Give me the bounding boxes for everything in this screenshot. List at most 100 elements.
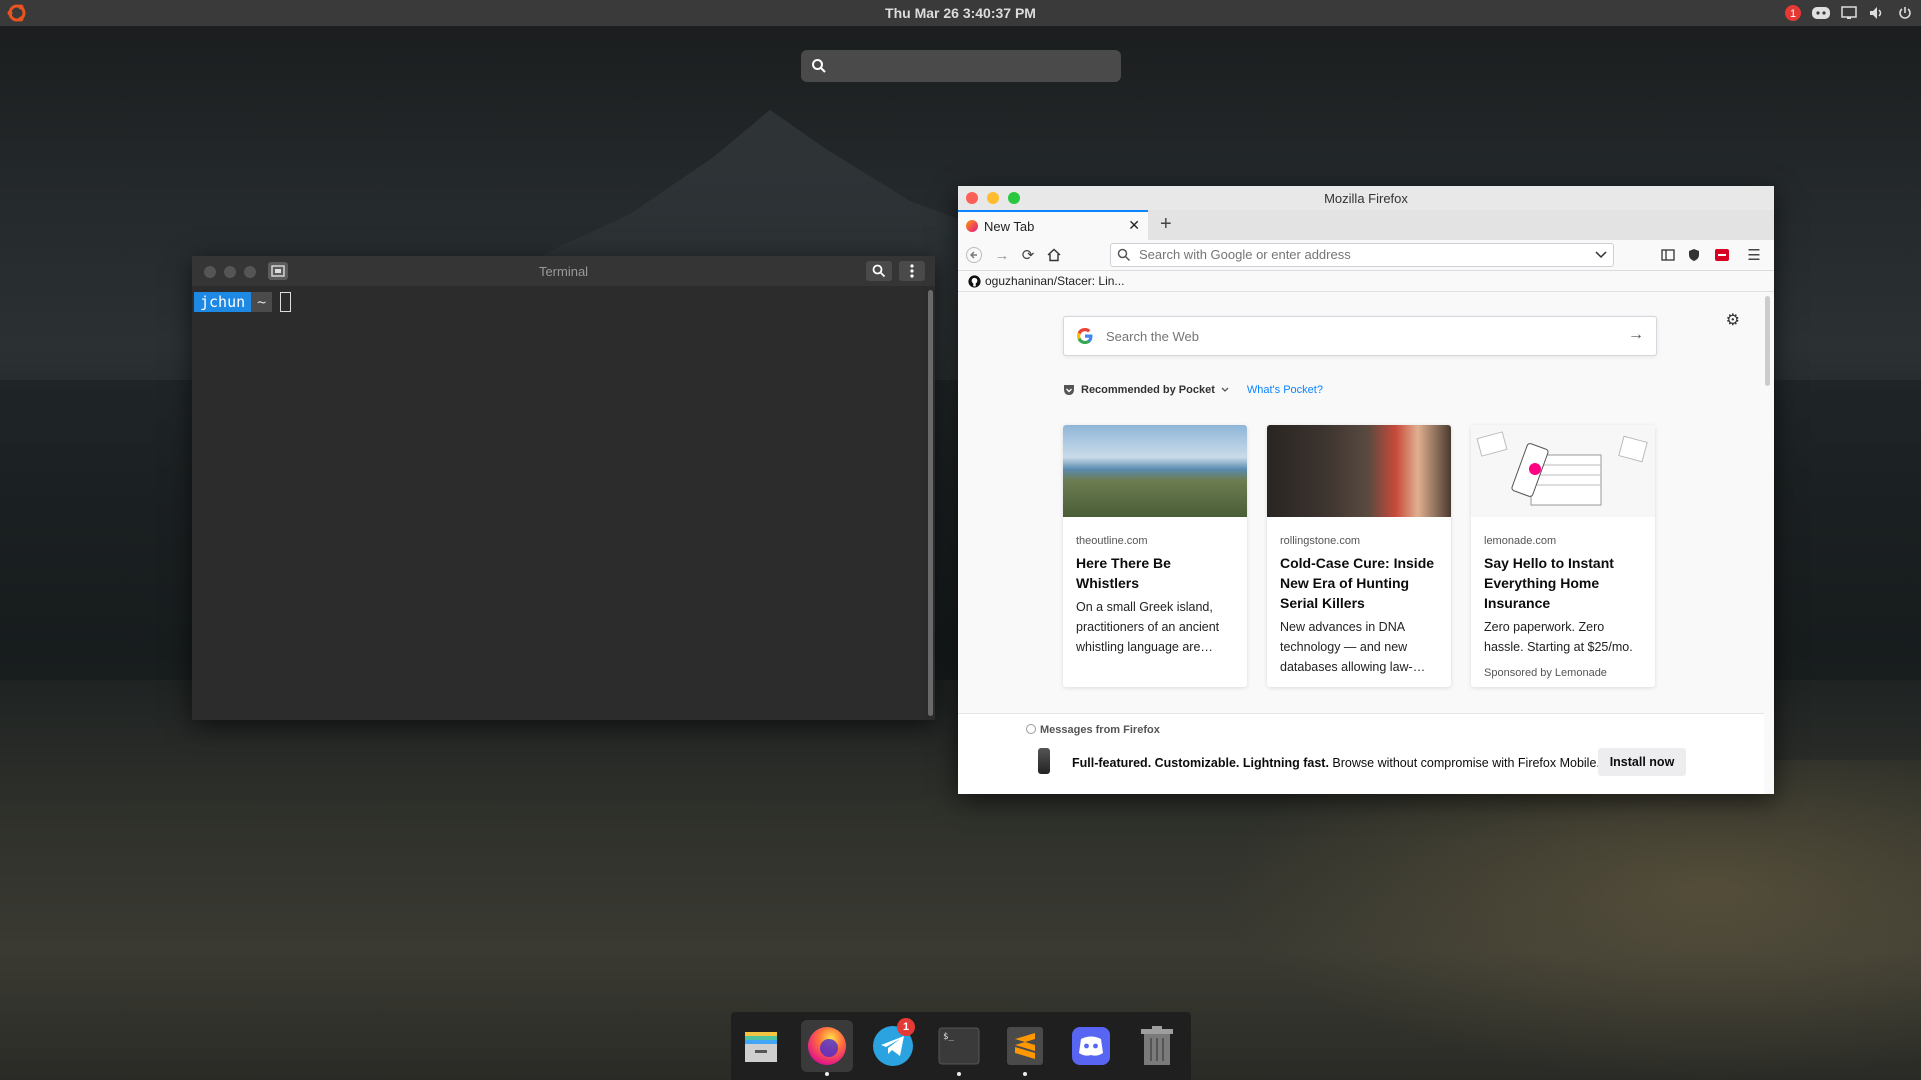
tab-new-tab[interactable]: New Tab ✕ <box>958 210 1148 240</box>
url-bar[interactable] <box>1110 243 1614 267</box>
dock-trash[interactable] <box>1131 1020 1183 1072</box>
system-tray: 1 <box>1783 3 1915 23</box>
dock-sublime[interactable] <box>999 1020 1051 1076</box>
notification-icon[interactable]: 1 <box>1783 3 1803 23</box>
clock[interactable]: Thu Mar 26 3:40:37 PM <box>0 5 1921 21</box>
google-icon <box>1077 328 1093 344</box>
forward-icon[interactable]: → <box>992 245 1012 265</box>
reload-icon[interactable]: ⟳ <box>1018 245 1038 265</box>
back-icon[interactable] <box>964 245 984 265</box>
pocket-card[interactable]: rollingstone.com Cold-Case Cure: Inside … <box>1267 425 1451 687</box>
prompt-dir: ~ <box>251 291 273 312</box>
url-input[interactable] <box>1137 246 1581 263</box>
telegram-badge: 1 <box>897 1018 915 1036</box>
install-now-button[interactable]: Install now <box>1598 748 1686 776</box>
sidebar-icon[interactable] <box>1658 245 1678 265</box>
new-tab-page: ⚙ → Recommended by Pocket What's Pocket?… <box>958 292 1774 794</box>
message-header: Messages from Firefox <box>1026 724 1160 736</box>
trash-icon <box>1141 1026 1173 1065</box>
power-icon[interactable] <box>1895 3 1915 23</box>
card-image <box>1267 425 1451 517</box>
launcher-search-input[interactable] <box>833 56 1117 76</box>
prompt-user: jchun <box>194 291 252 312</box>
terminal-titlebar[interactable]: Terminal <box>192 256 935 286</box>
terminal-menu-button[interactable] <box>899 261 925 281</box>
message-bold: Full-featured. Customizable. Lightning f… <box>1072 756 1329 770</box>
dock-discord[interactable] <box>1065 1020 1117 1072</box>
discord-icon <box>1072 1027 1110 1065</box>
terminal-output[interactable]: jchun ~ <box>192 286 935 318</box>
dock-telegram[interactable]: 1 <box>867 1018 919 1072</box>
pocket-card[interactable]: theoutline.com Here There Be Whistlers O… <box>1063 425 1247 687</box>
dock-files[interactable] <box>735 1020 787 1072</box>
card-image <box>1471 425 1655 517</box>
extension-icon[interactable] <box>1712 245 1732 265</box>
web-search-input[interactable] <box>1104 328 1608 345</box>
firefox-logo-icon <box>1026 724 1036 734</box>
phone-icon <box>1038 748 1050 774</box>
web-search-box[interactable]: → <box>1063 316 1657 356</box>
new-tab-button[interactable]: + <box>1160 213 1172 236</box>
hamburger-menu-icon[interactable]: ☰ <box>1744 245 1764 265</box>
terminal-search-button[interactable] <box>866 261 892 281</box>
dock: 1 $_ <box>731 1012 1191 1080</box>
card-source: lemonade.com <box>1484 535 1557 547</box>
card-title: Here There Be Whistlers <box>1076 555 1171 591</box>
tab-label: New Tab <box>984 219 1035 234</box>
pocket-icon <box>1064 385 1074 395</box>
running-indicator <box>957 1072 961 1076</box>
card-description: New advances in DNA technology — and new… <box>1280 620 1426 674</box>
close-tab-icon[interactable]: ✕ <box>1128 217 1140 234</box>
chevron-down-icon[interactable] <box>1221 387 1229 393</box>
github-icon <box>968 274 981 288</box>
card-description: Zero paperwork. Zero hassle. Starting at… <box>1484 620 1633 654</box>
running-indicator <box>1023 1072 1027 1076</box>
firefox-icon <box>808 1027 846 1065</box>
terminal-icon: $_ <box>938 1027 980 1065</box>
screen-icon[interactable] <box>1839 3 1859 23</box>
card-title: Cold-Case Cure: Inside New Era of Huntin… <box>1280 555 1435 611</box>
svg-text:$_: $_ <box>943 1032 954 1042</box>
kebab-menu-icon <box>910 264 914 278</box>
firefox-favicon-icon <box>966 220 978 232</box>
terminal-window[interactable]: Terminal jchun ~ <box>192 256 935 720</box>
search-icon <box>872 264 886 278</box>
discord-tray-icon[interactable] <box>1811 3 1831 23</box>
sublime-text-icon <box>1007 1027 1043 1065</box>
bookmark-item[interactable]: oguzhaninan/Stacer: Lin... <box>968 274 1124 288</box>
shield-icon[interactable] <box>1684 245 1704 265</box>
volume-icon[interactable] <box>1867 3 1887 23</box>
tab-strip: New Tab ✕ + <box>958 210 1774 240</box>
terminal-title: Terminal <box>538 264 589 279</box>
sponsored-label: Sponsored by Lemonade <box>1484 667 1607 679</box>
whats-pocket-link[interactable]: What's Pocket? <box>1247 384 1323 396</box>
notification-count: 1 <box>1790 8 1796 20</box>
pocket-card[interactable]: lemonade.com Say Hello to Instant Everyt… <box>1471 425 1655 687</box>
arrow-right-icon[interactable]: → <box>1628 326 1644 344</box>
chevron-down-icon[interactable] <box>1595 250 1607 260</box>
firefox-title: Mozilla Firefox <box>1324 191 1408 206</box>
firefox-message-bar: Messages from Firefox Full-featured. Cus… <box>958 713 1764 794</box>
running-indicator <box>825 1072 829 1076</box>
top-panel: Thu Mar 26 3:40:37 PM 1 <box>0 0 1921 26</box>
bookmark-label: oguzhaninan/Stacer: Lin... <box>985 274 1125 288</box>
terminal-scrollbar[interactable] <box>928 290 933 716</box>
message-header-text: Messages from Firefox <box>1040 724 1160 736</box>
dock-firefox[interactable] <box>801 1020 853 1076</box>
firefox-titlebar[interactable]: Mozilla Firefox <box>958 186 1774 210</box>
card-source: rollingstone.com <box>1280 535 1361 547</box>
pocket-heading[interactable]: Recommended by Pocket <box>1081 384 1215 396</box>
message-text: Full-featured. Customizable. Lightning f… <box>1072 756 1600 770</box>
card-source: theoutline.com <box>1076 535 1148 547</box>
nav-toolbar: → ⟳ ☰ <box>958 240 1774 271</box>
firefox-scrollbar[interactable] <box>1765 296 1770 386</box>
launcher-search[interactable] <box>801 50 1121 82</box>
gear-icon[interactable]: ⚙ <box>1726 310 1740 330</box>
search-icon <box>812 59 826 73</box>
bookmarks-toolbar: oguzhaninan/Stacer: Lin... <box>958 271 1774 292</box>
terminal-cursor <box>280 292 292 312</box>
dock-terminal[interactable]: $_ <box>933 1020 985 1076</box>
home-icon[interactable] <box>1044 245 1064 265</box>
search-icon <box>1117 248 1131 262</box>
firefox-window[interactable]: Mozilla Firefox New Tab ✕ + → ⟳ Search w… <box>958 186 1774 794</box>
